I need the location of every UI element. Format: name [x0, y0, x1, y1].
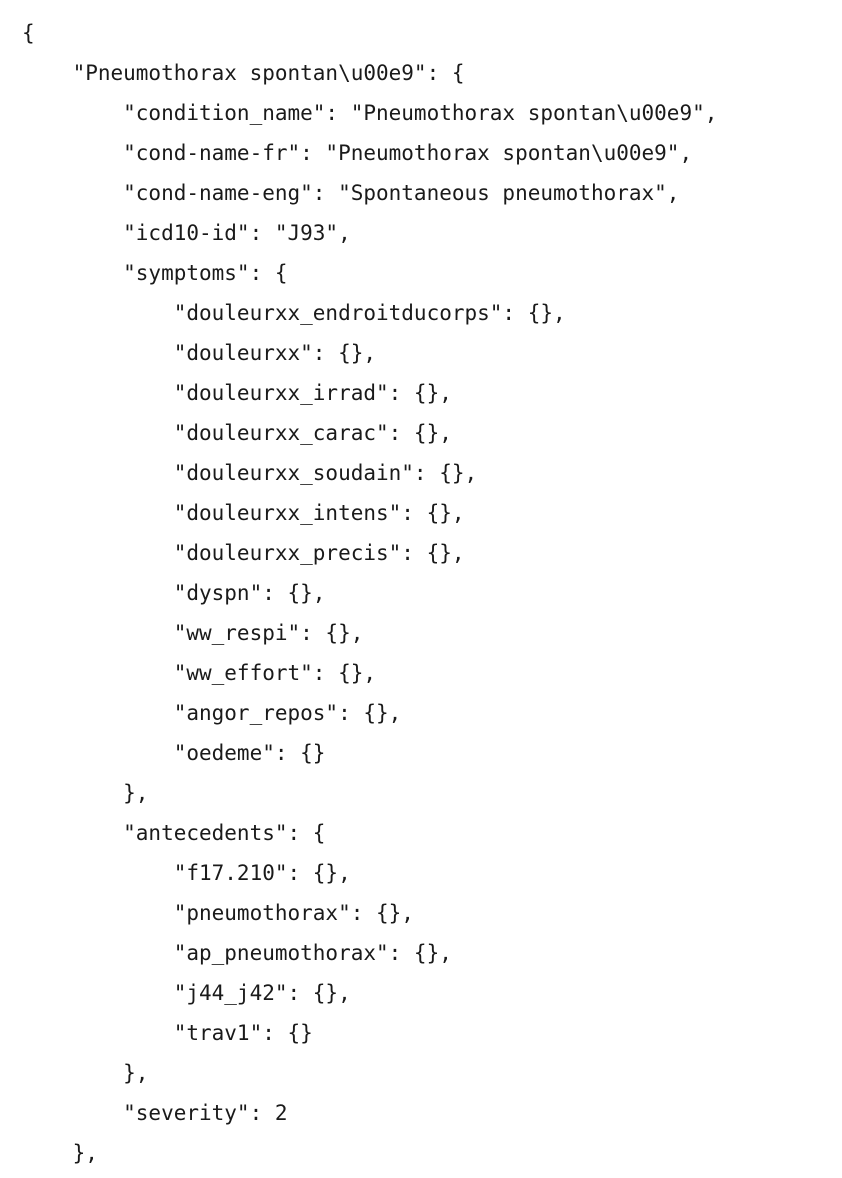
- code-line-2: "Pneumothorax spontan\u00e9": {: [22, 61, 465, 85]
- code-line-26: "trav1": {}: [22, 1021, 313, 1045]
- code-line-4: "cond-name-fr": "Pneumothorax spontan\u0…: [22, 141, 693, 165]
- code-line-11: "douleurxx_carac": {},: [22, 421, 452, 445]
- code-line-15: "dyspn": {},: [22, 581, 326, 605]
- code-line-5: "cond-name-eng": "Spontaneous pneumothor…: [22, 181, 680, 205]
- code-line-8: "douleurxx_endroitducorps": {},: [22, 301, 566, 325]
- code-line-24: "ap_pneumothorax": {},: [22, 941, 452, 965]
- code-line-3: "condition_name": "Pneumothorax spontan\…: [22, 101, 718, 125]
- code-line-9: "douleurxx": {},: [22, 341, 377, 365]
- json-code-block: { "Pneumothorax spontan\u00e9": { "condi…: [22, 13, 717, 1173]
- code-line-16: "ww_respi": {},: [22, 621, 364, 645]
- code-line-13: "douleurxx_intens": {},: [22, 501, 465, 525]
- code-line-28: "severity": 2: [22, 1101, 288, 1125]
- code-line-12: "douleurxx_soudain": {},: [22, 461, 478, 485]
- code-line-20: },: [22, 781, 149, 805]
- code-line-23: "pneumothorax": {},: [22, 901, 414, 925]
- code-line-25: "j44_j42": {},: [22, 981, 351, 1005]
- code-line-29: },: [22, 1141, 98, 1165]
- code-line-18: "angor_repos": {},: [22, 701, 402, 725]
- code-line-7: "symptoms": {: [22, 261, 288, 285]
- code-line-27: },: [22, 1061, 149, 1085]
- code-line-21: "antecedents": {: [22, 821, 326, 845]
- code-line-17: "ww_effort": {},: [22, 661, 377, 685]
- code-line-22: "f17.210": {},: [22, 861, 351, 885]
- code-line-10: "douleurxx_irrad": {},: [22, 381, 452, 405]
- code-line-6: "icd10-id": "J93",: [22, 221, 351, 245]
- code-line-14: "douleurxx_precis": {},: [22, 541, 465, 565]
- code-line-19: "oedeme": {}: [22, 741, 326, 765]
- code-line-1: {: [22, 21, 35, 45]
